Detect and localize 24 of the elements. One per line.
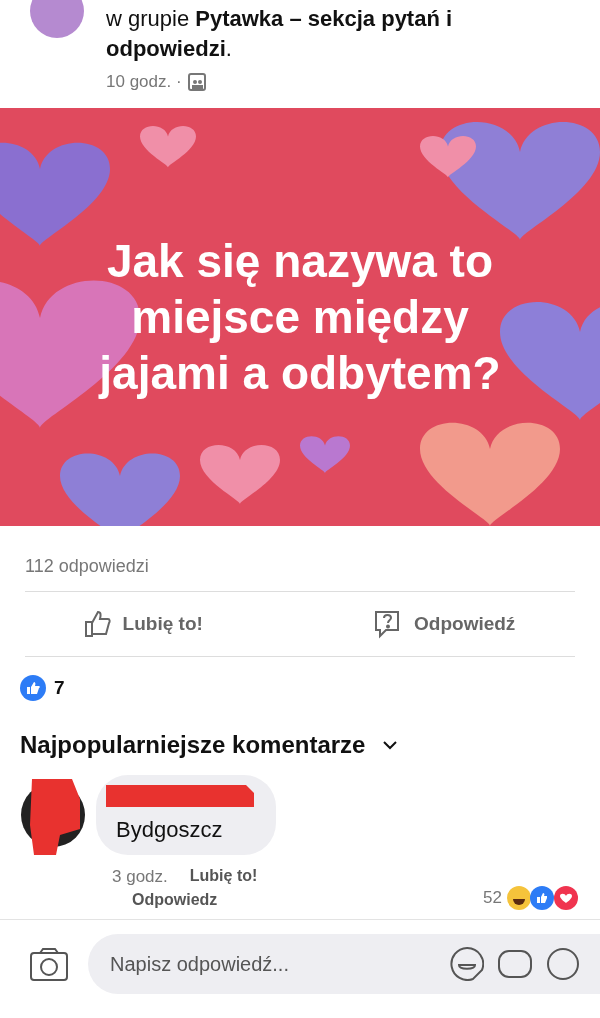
comment-time: 3 godz. <box>112 867 168 887</box>
like-reaction-icon <box>20 675 46 701</box>
thumbs-up-icon <box>84 610 111 638</box>
comments-sort-button[interactable]: Najpopularniejsze komentarze <box>0 719 600 771</box>
avatar[interactable] <box>30 0 84 38</box>
reply-input-field[interactable]: Napisz odpowiedź... <box>88 934 600 994</box>
emoji-icon[interactable] <box>546 947 580 981</box>
answer-button[interactable]: Odpowiedź <box>366 608 522 640</box>
reply-input-field[interactable]: Napisz odpowiedź... <box>108 951 436 977</box>
post-time: 10 godz. · <box>106 72 182 92</box>
answers-count[interactable]: 112 odpowiedzi <box>0 526 600 591</box>
camera-icon[interactable] <box>30 947 68 981</box>
comment-text: Bydgoszcz <box>116 817 224 843</box>
post-question: Jak się nazywa to miejsce między jajami a odbytem? <box>97 234 502 401</box>
post-group-text: w grupie Pytawka – sekcja pytań i odpowiedzi. <box>106 5 454 63</box>
gif-icon[interactable] <box>498 947 532 981</box>
comment-reaction-count: 52 <box>483 888 502 908</box>
comment-like-link[interactable]: Lubię to! <box>189 867 258 887</box>
comment-reply-link[interactable]: Odpowiedz <box>132 891 258 909</box>
like-button[interactable]: Lubię to! <box>78 609 209 639</box>
sticker-icon[interactable] <box>450 947 484 981</box>
chevron-down-icon <box>383 740 398 750</box>
group-icon <box>187 73 206 91</box>
reaction-count[interactable]: 7 <box>54 677 65 699</box>
